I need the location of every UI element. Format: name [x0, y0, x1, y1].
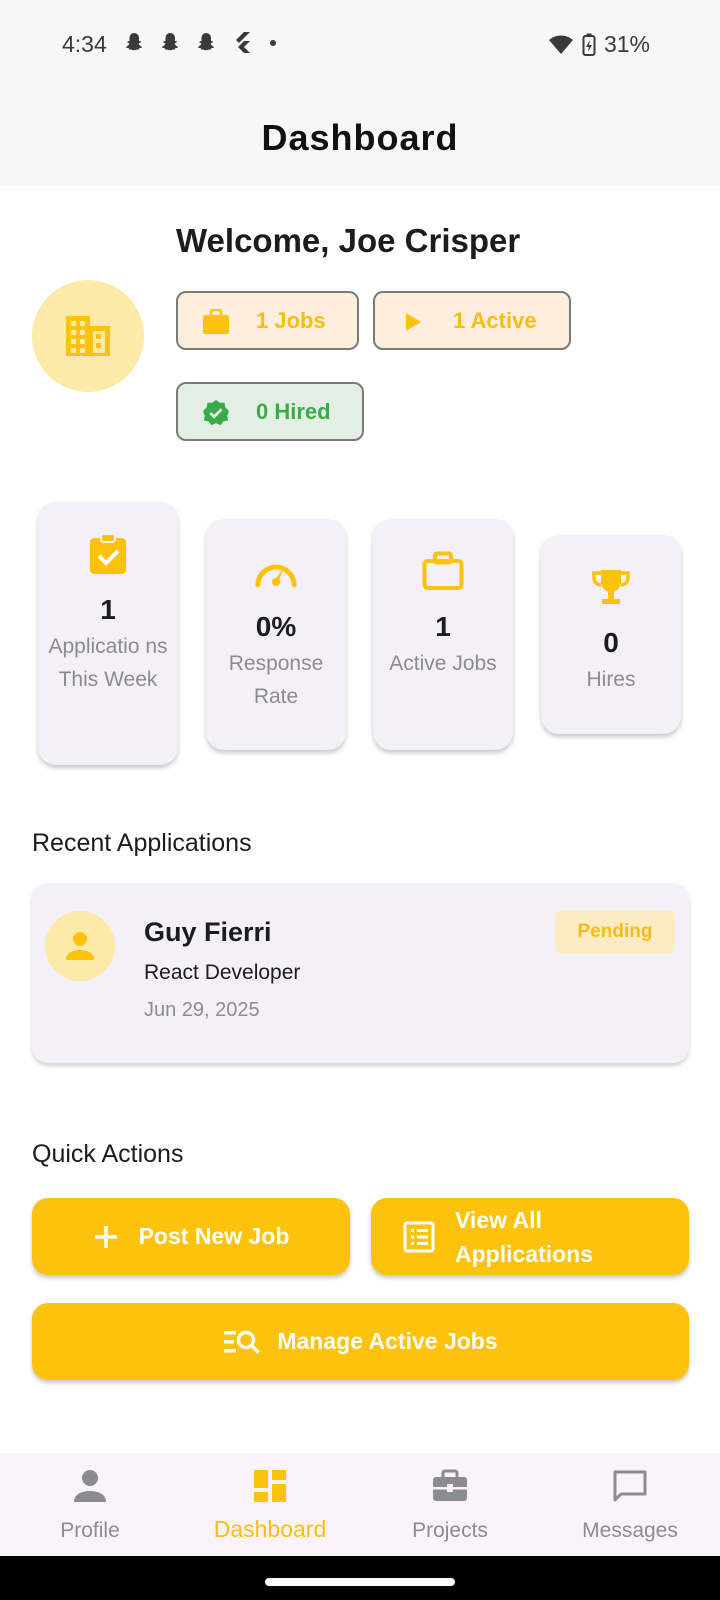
speed-icon	[206, 549, 346, 593]
notification-icons	[122, 30, 280, 54]
view-all-applications-label: View All Applications	[455, 1206, 594, 1267]
status-badge: Pending	[555, 910, 675, 954]
nav-label-profile: Profile	[60, 1519, 120, 1542]
status-bar: 4:34 31%	[0, 0, 720, 90]
nav-label-dashboard: Dashboard	[213, 1516, 327, 1542]
stat-label: Response Rate	[228, 652, 324, 708]
business-icon	[66, 316, 110, 356]
application-card[interactable]: Guy Fierri React Developer Jun 29, 2025 …	[32, 883, 689, 1063]
post-new-job-button[interactable]: Post New Job	[32, 1198, 350, 1275]
person-icon	[66, 932, 94, 960]
view-all-applications-button[interactable]: View All Applications	[371, 1198, 689, 1275]
bottom-navigation: Profile Dashboard Projects Messages	[0, 1453, 720, 1556]
stat-card-response-rate[interactable]: 0% Response Rate	[206, 519, 346, 750]
play-icon	[399, 308, 427, 336]
snapchat-icon	[162, 33, 178, 51]
snapchat-icon	[198, 33, 214, 51]
manage-active-jobs-label: Manage Active Jobs	[277, 1328, 498, 1354]
manage-search-icon	[224, 1330, 261, 1354]
dot-icon	[270, 40, 276, 46]
battery-charging-icon	[582, 33, 596, 56]
nav-label-messages: Messages	[582, 1519, 678, 1542]
assignment-turned-in-icon	[38, 532, 178, 576]
nav-item-profile[interactable]: Profile	[0, 1453, 180, 1556]
recent-applications-title: Recent Applications	[32, 829, 252, 857]
hired-chip-label: 0 Hired	[256, 399, 331, 424]
applicant-avatar	[45, 911, 115, 981]
flutter-icon	[236, 32, 250, 53]
chat-bubble-icon	[540, 1469, 720, 1511]
stat-label: Active Jobs	[389, 652, 497, 675]
company-avatar	[32, 280, 144, 392]
nav-item-messages[interactable]: Messages	[540, 1453, 720, 1556]
status-time: 4:34	[62, 31, 107, 57]
stat-card-hires[interactable]: 0 Hires	[541, 535, 681, 734]
add-icon	[94, 1225, 117, 1248]
dashboard-icon	[180, 1469, 360, 1511]
stat-label: Hires	[586, 668, 636, 691]
manage-active-jobs-button[interactable]: Manage Active Jobs	[32, 1303, 689, 1380]
applicant-name: Guy Fierri	[144, 917, 272, 947]
trophy-icon	[541, 565, 681, 609]
nav-label-projects: Projects	[412, 1519, 488, 1542]
list-alt-icon	[403, 1221, 435, 1252]
battery-level: 31%	[603, 31, 650, 57]
home-gesture-handle[interactable]	[265, 1578, 455, 1586]
page-title: Dashboard	[261, 117, 459, 158]
jobs-chip-label: 1 Jobs	[256, 308, 326, 333]
hired-chip[interactable]: 0 Hired	[176, 382, 364, 441]
quick-actions-title: Quick Actions	[32, 1140, 184, 1168]
active-chip-label: 1 Active	[453, 308, 537, 333]
nav-item-projects[interactable]: Projects	[360, 1453, 540, 1556]
work-outline-icon	[373, 549, 513, 593]
stat-card-active-jobs[interactable]: 1 Active Jobs	[373, 519, 513, 750]
briefcase-icon	[202, 308, 230, 336]
stat-value: 0	[603, 627, 619, 658]
wifi-icon	[548, 35, 573, 54]
application-date: Jun 29, 2025	[144, 999, 260, 1021]
person-icon	[0, 1469, 180, 1511]
app-bar: Dashboard	[0, 90, 720, 186]
applicant-role: React Developer	[144, 961, 301, 984]
post-new-job-label: Post New Job	[138, 1223, 290, 1249]
snapchat-icon	[126, 33, 142, 51]
system-icons: 31%	[548, 31, 650, 58]
stat-card-applications[interactable]: 1 Applicatio ns This Week	[38, 502, 178, 765]
business-center-icon	[360, 1469, 540, 1511]
nav-item-dashboard[interactable]: Dashboard	[180, 1453, 360, 1556]
verified-icon	[202, 399, 230, 427]
stat-value: 0%	[255, 611, 297, 642]
stat-label: Applicatio ns This Week	[48, 635, 168, 691]
jobs-chip[interactable]: 1 Jobs	[176, 291, 359, 350]
stat-value: 1	[435, 611, 451, 642]
welcome-heading: Welcome, Joe Crisper	[176, 222, 521, 259]
stat-value: 1	[100, 594, 116, 625]
active-chip[interactable]: 1 Active	[373, 291, 571, 350]
